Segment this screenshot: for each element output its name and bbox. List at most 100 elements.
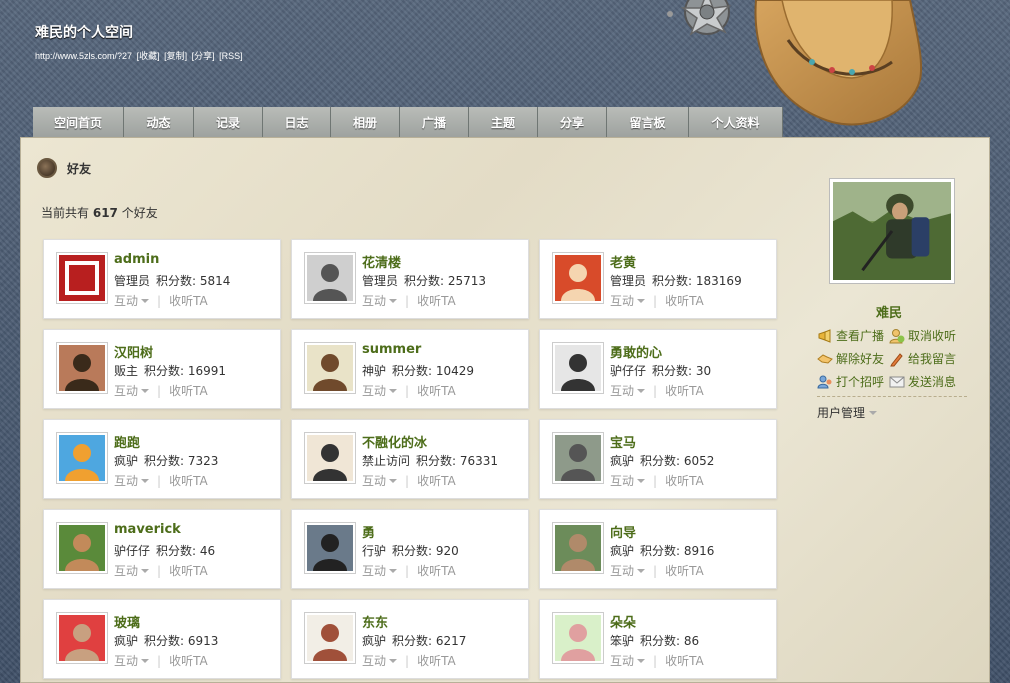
friend-card: 东东 疯驴 积分数: 6217 互动 | 收听TA xyxy=(291,599,529,679)
friend-avatar[interactable] xyxy=(304,612,356,664)
friend-name[interactable]: 跑跑 xyxy=(114,432,140,451)
friend-avatar[interactable] xyxy=(56,342,108,394)
bookmark-link[interactable]: [收藏] xyxy=(137,51,160,61)
rss-link[interactable]: [RSS] xyxy=(219,51,243,61)
friend-avatar[interactable] xyxy=(552,612,604,664)
follow-button[interactable]: 收听TA xyxy=(169,472,208,489)
interact-button[interactable]: 互动 xyxy=(114,292,138,309)
friend-name[interactable]: 向导 xyxy=(610,522,636,541)
interact-button[interactable]: 互动 xyxy=(114,472,138,489)
interact-button[interactable]: 互动 xyxy=(362,472,386,489)
friend-level: 疯驴 xyxy=(610,454,635,468)
interact-button[interactable]: 互动 xyxy=(362,382,386,399)
interact-button[interactable]: 互动 xyxy=(610,562,634,579)
friend-name[interactable]: 勇敢的心 xyxy=(610,342,662,361)
friend-name[interactable]: 东东 xyxy=(362,612,388,631)
view-broadcast-button[interactable]: 查看广播 xyxy=(817,327,889,344)
follow-button[interactable]: 收听TA xyxy=(169,382,208,399)
friend-name[interactable]: summer xyxy=(362,342,421,357)
friend-name[interactable]: 朵朵 xyxy=(610,612,636,631)
nav-blog[interactable]: 日志 xyxy=(263,107,331,137)
send-message-button[interactable]: 发送消息 xyxy=(889,373,961,390)
friend-avatar[interactable] xyxy=(56,432,108,484)
friend-avatar[interactable] xyxy=(56,252,108,304)
chevron-down-icon xyxy=(637,388,646,393)
nav-share[interactable]: 分享 xyxy=(538,107,607,137)
interact-button[interactable]: 互动 xyxy=(610,652,634,669)
friend-meta: 贩主 积分数: 16991 xyxy=(114,362,226,379)
friend-avatar[interactable] xyxy=(304,522,356,574)
friend-score: 10429 xyxy=(435,364,475,378)
nav-feed[interactable]: 动态 xyxy=(124,107,194,137)
sidebar-divider xyxy=(817,396,967,397)
nav-home[interactable]: 空间首页 xyxy=(33,107,124,137)
separator: | xyxy=(157,383,162,398)
friend-avatar[interactable] xyxy=(56,522,108,574)
interact-button[interactable]: 互动 xyxy=(610,292,634,309)
interact-button[interactable]: 互动 xyxy=(610,472,634,489)
follow-button[interactable]: 收听TA xyxy=(417,382,456,399)
interact-button[interactable]: 互动 xyxy=(114,382,138,399)
follow-button[interactable]: 收听TA xyxy=(665,382,704,399)
friend-avatar[interactable] xyxy=(552,432,604,484)
friend-avatar[interactable] xyxy=(552,522,604,574)
say-hello-button[interactable]: 打个招呼 xyxy=(817,373,889,390)
copy-link[interactable]: [复制] xyxy=(164,51,187,61)
follow-button[interactable]: 收听TA xyxy=(169,292,208,309)
friend-avatar[interactable] xyxy=(304,342,356,394)
friend-name[interactable]: 花清楼 xyxy=(362,252,401,271)
envelope-icon xyxy=(889,376,905,387)
follow-button[interactable]: 收听TA xyxy=(169,652,208,669)
interact-button[interactable]: 互动 xyxy=(114,562,138,579)
unfollow-button[interactable]: 取消收听 xyxy=(889,327,961,344)
score-label: 积分数: xyxy=(640,454,681,468)
follow-button[interactable]: 收听TA xyxy=(417,292,456,309)
friend-name[interactable]: 汉阳树 xyxy=(114,342,153,361)
share-link[interactable]: [分享] xyxy=(192,51,215,61)
follow-button[interactable]: 收听TA xyxy=(417,652,456,669)
chevron-down-icon xyxy=(141,568,150,573)
friend-avatar[interactable] xyxy=(304,432,356,484)
friend-name[interactable]: 玻璃 xyxy=(114,612,140,631)
follow-button[interactable]: 收听TA xyxy=(665,562,704,579)
follow-button[interactable]: 收听TA xyxy=(417,472,456,489)
friend-actions: 互动 | 收听TA xyxy=(362,562,456,579)
nav-profile[interactable]: 个人资料 xyxy=(689,107,783,137)
nav-records[interactable]: 记录 xyxy=(194,107,263,137)
score-label: 积分数: xyxy=(652,274,693,288)
friend-actions: 互动 | 收听TA xyxy=(610,382,704,399)
leave-message-button[interactable]: 给我留言 xyxy=(889,350,961,367)
nav-album[interactable]: 相册 xyxy=(331,107,400,137)
site-url[interactable]: http://www.5zls.com/?27 xyxy=(35,51,132,61)
interact-button[interactable]: 互动 xyxy=(362,292,386,309)
profile-photo[interactable] xyxy=(829,178,955,284)
friend-meta: 管理员 积分数: 183169 xyxy=(610,272,742,289)
friend-avatar[interactable] xyxy=(56,612,108,664)
nav-guestbook[interactable]: 留言板 xyxy=(607,107,689,137)
friend-name[interactable]: admin xyxy=(114,252,159,267)
interact-button[interactable]: 互动 xyxy=(362,652,386,669)
nav-topics[interactable]: 主题 xyxy=(469,107,538,137)
friend-name[interactable]: maverick xyxy=(114,522,181,537)
interact-button[interactable]: 互动 xyxy=(362,562,386,579)
chevron-down-icon xyxy=(389,388,398,393)
follow-button[interactable]: 收听TA xyxy=(169,562,208,579)
user-remove-icon xyxy=(889,328,905,343)
interact-button[interactable]: 互动 xyxy=(114,652,138,669)
interact-button[interactable]: 互动 xyxy=(610,382,634,399)
friend-name[interactable]: 不融化的冰 xyxy=(362,432,427,451)
friend-name[interactable]: 老黄 xyxy=(610,252,636,271)
follow-button[interactable]: 收听TA xyxy=(417,562,456,579)
friend-avatar[interactable] xyxy=(304,252,356,304)
friend-name[interactable]: 勇 xyxy=(362,522,375,541)
follow-button[interactable]: 收听TA xyxy=(665,292,704,309)
friend-avatar[interactable] xyxy=(552,342,604,394)
nav-broadcast[interactable]: 广播 xyxy=(400,107,469,137)
friend-score: 183169 xyxy=(695,274,742,288)
follow-button[interactable]: 收听TA xyxy=(665,472,704,489)
friend-avatar[interactable] xyxy=(552,252,604,304)
remove-friend-button[interactable]: 解除好友 xyxy=(817,350,889,367)
follow-button[interactable]: 收听TA xyxy=(665,652,704,669)
friend-name[interactable]: 宝马 xyxy=(610,432,636,451)
user-management-menu[interactable]: 用户管理 xyxy=(817,404,878,421)
